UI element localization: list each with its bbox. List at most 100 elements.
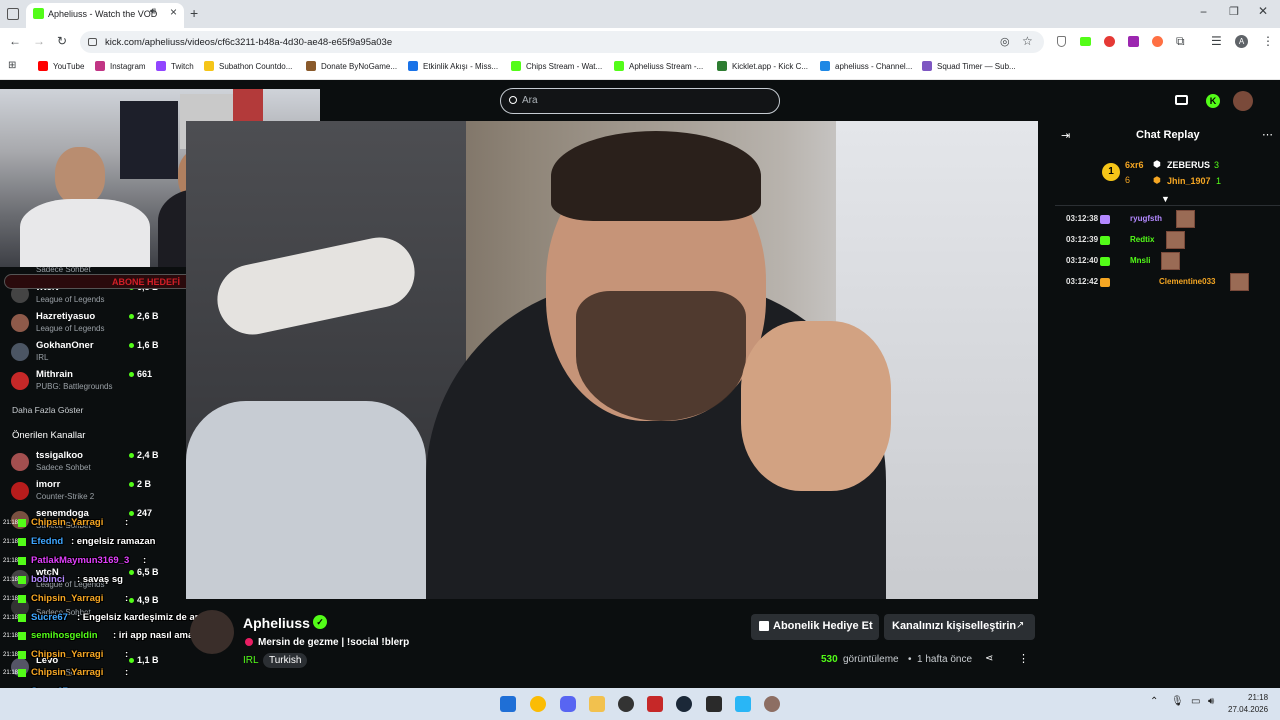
profile-avatar-icon[interactable]: A (1235, 35, 1248, 48)
tab-audio-icon[interactable]: 🔊︎ (150, 6, 156, 17)
microphone-icon[interactable]: 🎙︎ (1171, 696, 1184, 707)
channel-avatar[interactable] (11, 314, 29, 332)
chat-username[interactable]: Redtix (1130, 235, 1154, 244)
live-dot-icon (129, 570, 134, 575)
clock-date[interactable]: 27.04.2026 (1228, 705, 1268, 714)
expand-leaderboard-icon[interactable]: ▼ (1161, 194, 1170, 204)
channel-avatar[interactable] (11, 482, 29, 500)
bookmark-item[interactable]: Kicklet.app - Kick C... (732, 62, 808, 71)
streamer-name[interactable]: Apheliuss (243, 615, 310, 631)
channel-avatar[interactable] (11, 453, 29, 471)
chat-settings-icon[interactable]: ⋯ (1262, 128, 1273, 141)
shield-extension-icon[interactable] (1057, 36, 1066, 47)
reading-list-icon[interactable]: ☰ (1211, 34, 1222, 48)
back-icon[interactable]: ← (9, 34, 21, 48)
user-avatar[interactable] (1233, 91, 1253, 111)
purple-extension-icon[interactable] (1128, 36, 1139, 47)
bookmark-item[interactable]: Twitch (171, 62, 194, 71)
gift-icon (759, 621, 769, 631)
show-more-link[interactable]: Daha Fazla Göster (12, 405, 83, 415)
bookmark-item[interactable]: apheliuss - Channel... (835, 62, 912, 71)
bookmark-star-icon[interactable]: ☆ (1022, 34, 1033, 48)
bookmark-item[interactable]: Subathon Countdo... (219, 62, 292, 71)
kick-badge-icon (18, 632, 26, 640)
search-input[interactable] (500, 88, 780, 114)
leader-name[interactable]: 6xr6 (1125, 160, 1144, 170)
bookmark-item[interactable]: Squad Timer — Sub... (937, 62, 1016, 71)
sidebar-channel-name[interactable]: tssigalkoo (36, 450, 83, 461)
tab-title: Apheliuss - Watch the VOD (48, 9, 158, 19)
verified-badge-icon: ✓ (313, 615, 327, 629)
view-count: 530 (821, 654, 838, 665)
leader-name[interactable]: Jhin_1907 (1167, 176, 1211, 186)
share-icon[interactable]: ⋖ (985, 653, 993, 664)
epic-games-icon[interactable] (706, 696, 722, 712)
chrome-icon[interactable] (530, 696, 546, 712)
orange-extension-icon[interactable] (1152, 36, 1163, 47)
bookmark-item[interactable]: YouTube (53, 62, 84, 71)
external-link-icon: ↗ (1016, 620, 1025, 631)
category-link[interactable]: IRL (243, 655, 259, 666)
app-icon[interactable] (764, 696, 780, 712)
sidebar-channel-name[interactable]: Mithrain (36, 369, 73, 380)
video-player[interactable] (186, 121, 1038, 599)
more-options-icon[interactable]: ⋮ (1018, 652, 1029, 665)
collapse-chat-icon[interactable]: ⇥ (1061, 129, 1070, 142)
apps-grid-icon[interactable]: ⊞ (8, 60, 16, 71)
bookmark-item[interactable]: Donate ByNoGame... (321, 62, 397, 71)
kick-logo-icon[interactable]: K (1206, 94, 1220, 108)
chat-timestamp: 03:12:40 (1066, 256, 1099, 265)
chat-timestamp: 03:12:39 (1066, 235, 1099, 244)
reload-icon[interactable]: ↻ (57, 34, 67, 48)
live-dot-icon (129, 372, 134, 377)
app-icon[interactable] (647, 696, 663, 712)
live-dot-icon (129, 343, 134, 348)
new-tab-icon[interactable]: + (190, 5, 198, 21)
sidebar-viewer-count: 6,5 B (137, 567, 159, 577)
sidebar-channel-name[interactable]: imorr (36, 479, 60, 490)
sidebar-channel-game: League of Legends (36, 324, 105, 333)
bookmark-item[interactable]: Apheliuss Stream -... (629, 62, 703, 71)
overlay-chat-message: : iri app nasıl ama (113, 630, 194, 641)
chat-username[interactable]: ryugfsth (1130, 214, 1162, 223)
minimize-icon[interactable]: − (1200, 5, 1207, 19)
streamer-avatar[interactable] (190, 610, 234, 654)
channel-avatar[interactable] (11, 372, 29, 390)
clock-time[interactable]: 21:18 (1248, 693, 1268, 702)
close-window-icon[interactable]: ✕ (1258, 4, 1268, 18)
steam-icon[interactable] (676, 696, 692, 712)
app-icon[interactable] (735, 696, 751, 712)
kick-extension-icon[interactable] (1080, 37, 1091, 46)
extensions-puzzle-icon[interactable]: ⧉ (1176, 34, 1185, 49)
language-tag[interactable]: Turkish (263, 653, 308, 668)
chat-emote (1161, 252, 1180, 270)
tab-search-icon[interactable] (7, 8, 19, 20)
bookmark-item[interactable]: Etkinlik Akışı - Miss... (423, 62, 498, 71)
chat-username[interactable]: Mnsli (1130, 256, 1150, 265)
forward-icon[interactable]: → (33, 34, 45, 48)
site-info-icon[interactable] (88, 38, 97, 46)
network-icon[interactable]: ▭ (1191, 696, 1200, 707)
leader-name[interactable]: ZEBERUS (1167, 160, 1210, 170)
chat-emote (1176, 210, 1195, 228)
start-icon[interactable] (500, 696, 516, 712)
sidebar-channel-name[interactable]: GokhanOner (36, 340, 94, 351)
tray-chevron-icon[interactable]: ⌃ (1150, 696, 1158, 707)
bookmark-favicon-icon (38, 61, 48, 71)
tab-close-icon[interactable]: × (170, 5, 177, 19)
volume-icon[interactable]: 🔊︎ (1208, 696, 1214, 707)
red-extension-icon[interactable] (1104, 36, 1115, 47)
browser-menu-icon[interactable]: ⋮ (1262, 34, 1274, 48)
discord-icon[interactable] (560, 696, 576, 712)
bookmark-item[interactable]: Instagram (110, 62, 146, 71)
bookmark-item[interactable]: Chips Stream - Wat... (526, 62, 602, 71)
sidebar-channel-name[interactable]: Hazretiyasuo (36, 311, 95, 322)
obs-icon[interactable] (618, 696, 634, 712)
live-dot-icon (129, 658, 134, 663)
chat-username[interactable]: Clementine033 (1159, 277, 1215, 286)
creator-dashboard-icon[interactable] (1175, 95, 1188, 105)
file-explorer-icon[interactable] (589, 696, 605, 712)
hide-icon[interactable]: ◎ (1000, 35, 1010, 48)
maximize-icon[interactable]: ❐ (1229, 5, 1239, 18)
channel-avatar[interactable] (11, 343, 29, 361)
